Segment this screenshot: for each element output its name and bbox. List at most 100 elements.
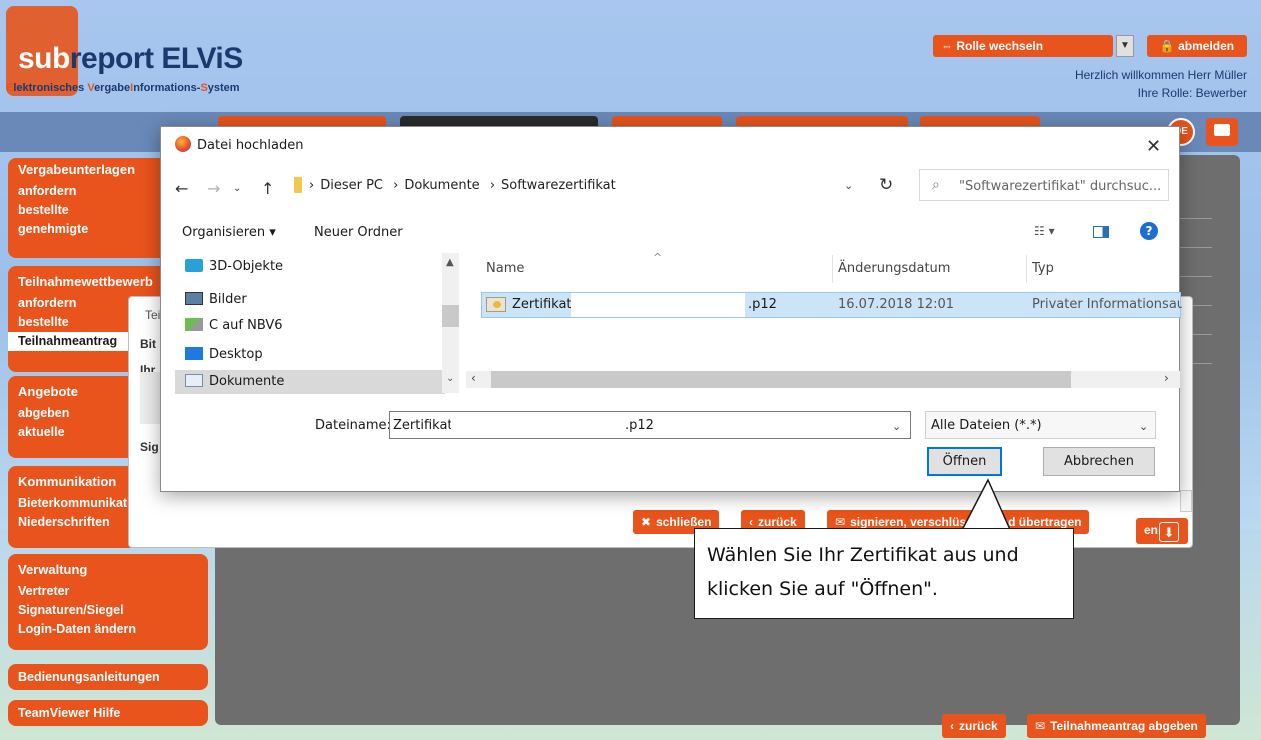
tree-item-3d-objekte[interactable]: 3D-Objekte — [185, 255, 283, 279]
tree-item-dokumente[interactable]: Dokumente — [185, 370, 284, 394]
tagline-informations: nformations- — [133, 82, 201, 94]
brand-logo: subreport ELViS — [18, 42, 243, 76]
column-separator — [1026, 255, 1027, 283]
breadcrumb-item[interactable]: Dokumente — [404, 178, 479, 193]
submit-label: Teilnahmeantrag abgeben — [1050, 719, 1198, 733]
view-options-icon[interactable]: ☷ ▾ — [1034, 224, 1055, 238]
logout-button[interactable]: 🔒 abmelden — [1147, 35, 1247, 57]
sidebar-item-signaturen[interactable]: Signaturen/Siegel — [18, 601, 198, 620]
chevron-left-icon: ‹ — [950, 719, 954, 733]
tree-scrollbar[interactable] — [442, 253, 459, 393]
tree-label: Desktop — [209, 347, 263, 362]
chevron-down-icon[interactable]: ▼ — [1116, 35, 1134, 57]
breadcrumb-sep: › — [309, 178, 315, 193]
tree-item-c-auf-nbv6[interactable]: C auf NBV6 — [185, 314, 283, 338]
submit-application-button[interactable]: ✉ Teilnahmeantrag abgeben — [1027, 714, 1206, 738]
callout-line: klicken Sie auf "Öffnen". — [707, 578, 938, 600]
role-line: Ihre Rolle: Bewerber — [1137, 86, 1247, 100]
breadcrumb-item[interactable]: Dieser PC — [320, 178, 383, 193]
documents-icon — [185, 374, 203, 387]
column-separator — [832, 255, 833, 283]
bottom-back-label: zurück — [959, 719, 998, 733]
scroll-up-icon[interactable]: ▲ — [446, 257, 454, 268]
tree-label: Dokumente — [209, 374, 285, 389]
breadcrumb[interactable]: › Dieser PC › Dokumente › Softwarezertifika… — [309, 178, 622, 193]
desktop-icon — [185, 347, 203, 360]
firefox-icon — [175, 136, 191, 152]
chat-icon[interactable] — [1206, 118, 1238, 146]
file-upload-dialog: Datei hochladen ✕ ← → ⌄ ↑ › Dieser PC › Do… — [160, 126, 1182, 492]
tree-label: Bilder — [209, 292, 247, 307]
tagline-system: ystem — [207, 82, 240, 94]
horizontal-scrollbar[interactable] — [466, 371, 1180, 388]
instruction-callout: Wählen Sie Ihr Zertifikat aus und klicke… — [694, 528, 1074, 619]
scroll-left-icon[interactable]: ‹ — [471, 371, 476, 385]
breadcrumb-item[interactable]: Softwarezertifikat — [501, 178, 616, 193]
scroll-right-icon[interactable]: › — [1164, 371, 1169, 385]
folder-icon — [294, 177, 302, 193]
close-icon[interactable]: ✕ — [1146, 136, 1161, 157]
certificate-file-icon — [486, 297, 506, 312]
scroll-thumb[interactable] — [491, 371, 1071, 388]
column-date[interactable]: Änderungsdatum — [838, 261, 950, 276]
column-type[interactable]: Typ — [1032, 261, 1054, 276]
tree-label: 3D-Objekte — [209, 259, 284, 274]
new-folder-button[interactable]: Neuer Ordner — [314, 225, 403, 240]
redaction-mask — [451, 414, 615, 436]
lock-icon: 🔒 — [1159, 39, 1179, 53]
tree-item-bilder[interactable]: Bilder — [185, 288, 247, 312]
mail-icon: ✉ — [835, 515, 846, 529]
pictures-icon — [185, 292, 203, 305]
organize-menu[interactable]: Organisieren ▾ — [182, 225, 276, 240]
sidebar-item-vertreter[interactable]: Vertreter — [18, 582, 198, 601]
refresh-icon[interactable]: ↻ — [879, 175, 893, 195]
file-name[interactable]: Zertifikat_ — [512, 297, 578, 312]
sidebar-head: Verwaltung — [18, 562, 88, 577]
sidebar-item-teamviewer[interactable]: TeamViewer Hilfe — [8, 700, 208, 726]
sidebar-verwaltung: Verwaltung Vertreter Signaturen/Siegel L… — [8, 554, 208, 650]
preview-pane-icon[interactable] — [1093, 226, 1109, 238]
column-name[interactable]: Name — [486, 261, 524, 276]
filename-value: Zertifikat_ — [393, 418, 460, 433]
breadcrumb-sep: › — [393, 178, 399, 193]
dialog-titlebar: Datei hochladen — [175, 136, 303, 153]
back-arrow-icon[interactable]: ← — [175, 179, 188, 198]
sidebar-item-bedienungsanleitungen[interactable]: Bedienungsanleitungen — [8, 664, 208, 690]
download-label: en — [1144, 523, 1159, 537]
chevron-down-icon[interactable]: ⌄ — [892, 420, 901, 433]
tagline-elektronisches: lektronisches — [13, 82, 88, 94]
bottom-back-button[interactable]: ‹ zurück — [942, 714, 1006, 738]
search-icon: ⌕ — [932, 177, 940, 193]
tree-label: C auf NBV6 — [209, 318, 283, 333]
up-arrow-icon[interactable]: ↑ — [261, 179, 274, 198]
dialog-title: Datei hochladen — [197, 138, 304, 153]
scroll-thumb[interactable] — [442, 305, 459, 327]
help-icon[interactable]: ? — [1140, 222, 1158, 240]
mail-icon: ✉ — [1035, 719, 1046, 733]
file-date: 16.07.2018 12:01 — [838, 297, 955, 312]
cube-icon — [185, 259, 203, 272]
welcome-text: Herzlich willkommen Herr Müller Ihre Rol… — [1075, 66, 1247, 102]
open-button[interactable]: Öffnen — [927, 447, 1002, 476]
file-ext: .p12 — [748, 297, 777, 312]
sidebar-item-login-daten[interactable]: Login-Daten ändern — [18, 620, 198, 639]
filename-label: Dateiname: — [315, 418, 391, 433]
download-icon[interactable]: ⬇ — [1159, 522, 1179, 542]
tagline-s: S — [200, 82, 208, 94]
chevron-down-icon[interactable]: ⌄ — [1139, 420, 1148, 433]
cancel-button[interactable]: Abbrechen — [1043, 447, 1155, 476]
breadcrumb-sep: › — [489, 178, 496, 193]
brand-rest: report ELViS — [69, 42, 243, 75]
close-icon: ✖ — [641, 515, 652, 529]
scroll-down-icon[interactable]: ⌄ — [446, 373, 454, 384]
dialog-label-sig: Sig — [140, 440, 159, 454]
file-type: Privater Informationsaustausch — [1032, 297, 1182, 312]
network-drive-icon — [185, 318, 203, 331]
role-switch-select[interactable]: ⇔ Rolle wechseln — [933, 35, 1113, 57]
tree-item-desktop[interactable]: Desktop — [185, 343, 263, 367]
tagline-vergabe: ergabe — [94, 82, 131, 94]
chevron-left-icon: ‹ — [749, 515, 753, 529]
forward-arrow-icon[interactable]: → — [207, 179, 220, 198]
chevron-down-icon[interactable]: ⌄ — [233, 183, 241, 194]
chevron-down-icon[interactable]: ⌄ — [844, 179, 853, 192]
